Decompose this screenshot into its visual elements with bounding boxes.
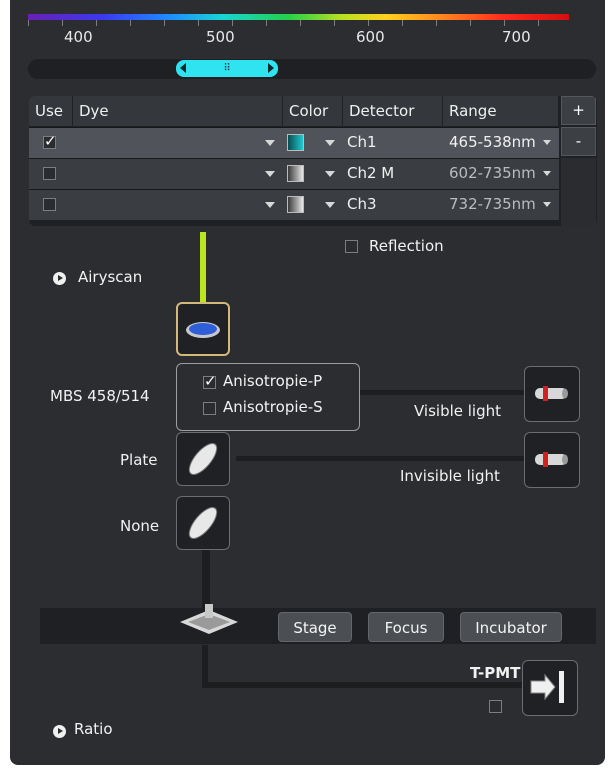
visible-light-label: Visible light xyxy=(414,402,502,420)
add-row-button[interactable]: + xyxy=(561,96,596,125)
filter-wheel-button[interactable] xyxy=(176,302,230,356)
header-dye: Dye xyxy=(73,96,283,126)
tick-label-400: 400 xyxy=(64,28,93,46)
anisotropie-s-checkbox[interactable] xyxy=(203,402,216,415)
beam-path-line xyxy=(200,232,206,304)
reflection-label: Reflection xyxy=(369,237,444,255)
anisotropie-s-label[interactable]: Anisotropie-S xyxy=(223,398,323,416)
dye-dropdown-arrow-icon[interactable] xyxy=(265,171,275,177)
objective-stage-icon xyxy=(180,604,238,634)
anisotropy-popup: Anisotropie-P Anisotropie-S xyxy=(176,363,360,431)
detector-cell: Ch1 xyxy=(347,133,377,151)
detector-cell: Ch2 M xyxy=(347,164,395,182)
header-use: Use xyxy=(29,96,73,126)
plate-label: Plate xyxy=(120,451,158,469)
use-checkbox[interactable] xyxy=(43,132,57,150)
light-path-panel: 400 500 600 700 ⠿ Use Dye Color Detector… xyxy=(10,0,605,765)
table-row[interactable]: Ch3 732-735nm xyxy=(29,189,559,220)
range-slider-track[interactable] xyxy=(28,59,596,79)
tpmt-checkbox[interactable] xyxy=(489,700,502,713)
detector-cell: Ch3 xyxy=(347,195,377,213)
ratio-label[interactable]: Ratio xyxy=(74,720,113,738)
use-checkbox[interactable] xyxy=(43,198,56,211)
header-range: Range xyxy=(443,96,559,126)
mirror-plate-icon xyxy=(188,443,218,475)
color-dropdown-arrow-icon[interactable] xyxy=(325,140,335,146)
color-swatch[interactable] xyxy=(287,165,304,182)
range-slider-thumb[interactable]: ⠿ xyxy=(176,60,278,77)
none-label: None xyxy=(120,517,160,535)
range-cell[interactable]: 465-538nm xyxy=(449,133,536,151)
incubator-button[interactable]: Incubator xyxy=(460,612,562,642)
airyscan-expand-icon[interactable] xyxy=(53,272,66,285)
transmitted-path-horizontal xyxy=(202,682,524,688)
mbs-label: MBS 458/514 xyxy=(50,387,150,405)
dye-dropdown-arrow-icon[interactable] xyxy=(265,202,275,208)
range-cell[interactable]: 602-735nm xyxy=(449,164,536,182)
reflection-checkbox[interactable] xyxy=(345,240,358,253)
range-dropdown-arrow-icon[interactable] xyxy=(543,202,551,207)
tick-label-500: 500 xyxy=(206,28,235,46)
remove-row-button[interactable]: - xyxy=(561,127,596,156)
airyscan-label[interactable]: Airyscan xyxy=(78,268,142,286)
spectrum-ticks xyxy=(28,20,569,26)
slider-right-arrow-icon[interactable] xyxy=(268,63,274,73)
tick-label-600: 600 xyxy=(356,28,385,46)
detector-arrow-icon xyxy=(530,671,564,703)
light-source-icon xyxy=(535,386,568,401)
color-dropdown-arrow-icon[interactable] xyxy=(325,202,335,208)
mirror-plate-icon xyxy=(188,507,218,539)
anisotropie-p-checkbox[interactable] xyxy=(203,372,217,390)
plate-mirror-button[interactable] xyxy=(176,432,230,486)
color-dropdown-arrow-icon[interactable] xyxy=(325,171,335,177)
visible-light-button[interactable] xyxy=(524,366,580,422)
slider-left-arrow-icon[interactable] xyxy=(180,63,186,73)
stage-button[interactable]: Stage xyxy=(278,612,352,642)
range-cell[interactable]: 732-735nm xyxy=(449,195,536,213)
light-source-icon xyxy=(535,452,568,467)
dye-table: Use Dye Color Detector Range + - Ch1 465… xyxy=(29,96,597,226)
anisotropie-p-label[interactable]: Anisotropie-P xyxy=(223,372,322,390)
tpmt-detector-button[interactable] xyxy=(522,660,578,716)
focus-button[interactable]: Focus xyxy=(368,612,444,642)
invisible-light-button[interactable] xyxy=(524,432,580,488)
dye-dropdown-arrow-icon[interactable] xyxy=(265,140,275,146)
header-detector: Detector xyxy=(343,96,443,126)
color-swatch[interactable] xyxy=(287,196,304,213)
tick-label-700: 700 xyxy=(502,28,531,46)
use-checkbox[interactable] xyxy=(43,167,56,180)
none-mirror-button[interactable] xyxy=(176,496,230,550)
header-color: Color xyxy=(283,96,343,126)
ratio-expand-icon[interactable] xyxy=(53,725,66,738)
table-side-filler xyxy=(561,158,596,226)
color-swatch[interactable] xyxy=(287,134,304,151)
invisible-light-label: Invisible light xyxy=(400,467,500,485)
filter-disc-icon xyxy=(186,322,220,338)
range-dropdown-arrow-icon[interactable] xyxy=(543,171,551,176)
invisible-light-path xyxy=(236,456,524,461)
range-dropdown-arrow-icon[interactable] xyxy=(543,140,551,145)
tpmt-label: T-PMT xyxy=(470,664,521,682)
table-row[interactable]: Ch2 M 602-735nm xyxy=(29,158,559,189)
table-row[interactable]: Ch1 465-538nm xyxy=(29,127,559,158)
transmitted-path-vertical xyxy=(202,645,208,687)
